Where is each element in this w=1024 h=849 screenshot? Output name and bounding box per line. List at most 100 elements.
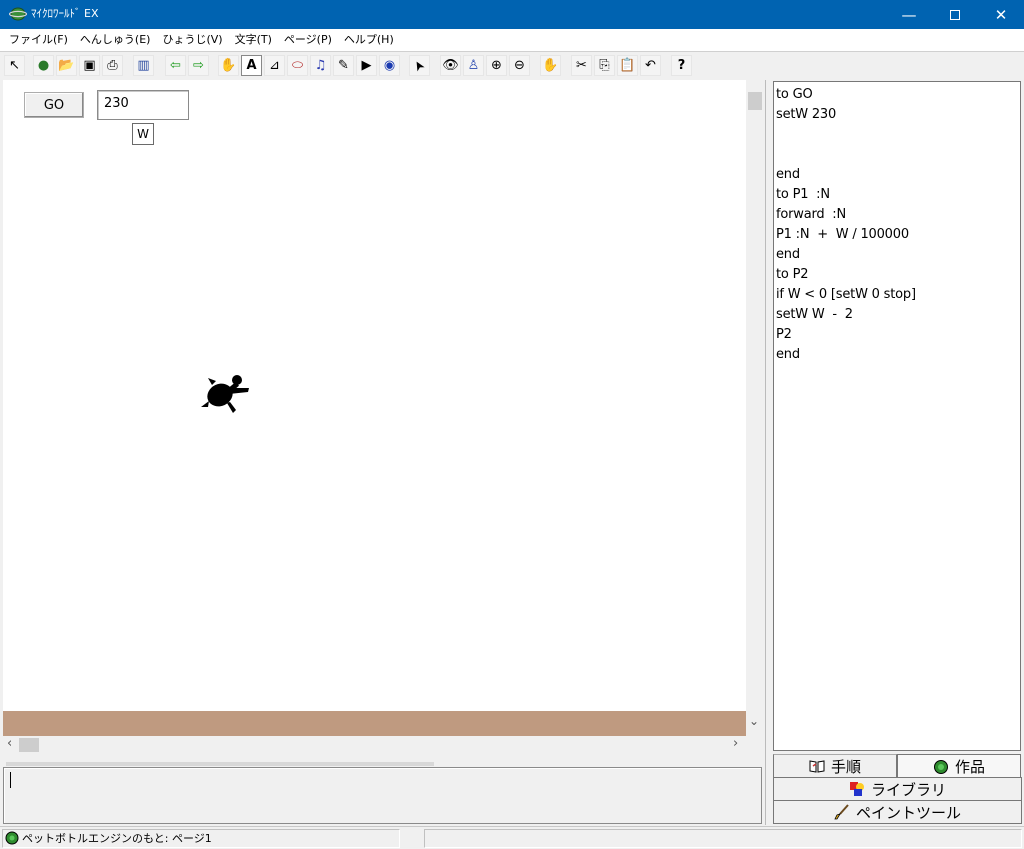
- toolbar-button[interactable]: 📂: [56, 55, 77, 76]
- music-icon: ♫: [314, 58, 327, 73]
- toolbar-button[interactable]: ⇨: [188, 55, 209, 76]
- menu-page[interactable]: ページ(P): [284, 30, 332, 50]
- toolbar-button[interactable]: ⊕: [486, 55, 507, 76]
- slider-icon: ⊿: [269, 58, 280, 73]
- app-globe-icon: [9, 7, 27, 21]
- menu-help[interactable]: ヘルプ(H): [344, 30, 394, 50]
- copy-icon: ⎘: [599, 58, 610, 73]
- toolbar-button[interactable]: ➤: [409, 55, 430, 76]
- minimize-button[interactable]: —: [886, 0, 932, 29]
- paste-icon: 📋: [619, 58, 636, 73]
- toolbar-button[interactable]: ●: [33, 55, 54, 76]
- scroll-down-icon[interactable]: ⌄: [749, 714, 759, 728]
- code-line: to P2: [776, 267, 809, 282]
- close-icon: ✕: [994, 5, 1008, 24]
- eye-icon: 👁: [442, 58, 459, 73]
- toolbar-button[interactable]: ↶: [640, 55, 661, 76]
- toolbar-button[interactable]: ⬭: [287, 55, 308, 76]
- menu-view[interactable]: ひょうじ(V): [162, 30, 222, 50]
- canvas-horizontal-scrollbar[interactable]: ‹ ›: [3, 736, 746, 753]
- turtle-icon[interactable]: [197, 367, 249, 419]
- text-caret: [10, 772, 11, 788]
- code-line: if W < 0 [setW 0 stop]: [776, 287, 916, 302]
- toolbar-button[interactable]: 📋: [617, 55, 638, 76]
- command-center-input[interactable]: [3, 767, 762, 824]
- maximize-icon: [950, 9, 960, 20]
- toolbar-button[interactable]: ▶: [356, 55, 377, 76]
- paint-tool-button[interactable]: ペイントツール: [773, 800, 1022, 824]
- status-pane-main: ペットボトルエンジンのもと: ページ1: [2, 829, 400, 848]
- help-icon: ?: [677, 58, 686, 73]
- panel-splitter[interactable]: [765, 80, 772, 825]
- globe-icon: ◉: [383, 58, 396, 73]
- procedures-editor[interactable]: to GO setW 230 end to P1 :N forward :N P…: [773, 81, 1021, 751]
- shapes-icon: [849, 782, 864, 796]
- go-button[interactable]: GO: [24, 92, 84, 118]
- next-page-icon: ⇨: [193, 58, 204, 73]
- toolbar-button[interactable]: ⊿: [264, 55, 285, 76]
- scroll-left-icon[interactable]: ‹: [7, 736, 12, 751]
- toolbar-button[interactable]: ✋: [218, 55, 239, 76]
- globe-icon: [933, 759, 948, 774]
- toolbar-button[interactable]: ♙: [463, 55, 484, 76]
- ground-strip: [3, 711, 746, 736]
- menu-text[interactable]: 文字(T): [235, 30, 272, 50]
- arrow-select-icon: ➤: [410, 57, 429, 74]
- w-value-field[interactable]: 230: [97, 90, 189, 120]
- new-world-icon: ●: [37, 58, 50, 73]
- toolbar-button[interactable]: ♫: [310, 55, 331, 76]
- canvas-vertical-scrollbar[interactable]: ⌄: [746, 80, 764, 736]
- status-pane-secondary: [424, 829, 1022, 848]
- toolbar-button[interactable]: A: [241, 55, 262, 76]
- toolbar-button[interactable]: ⊖: [509, 55, 530, 76]
- code-line: end: [776, 247, 800, 262]
- window-title: ﾏｲｸﾛﾜｰﾙﾄﾞ EX: [31, 7, 99, 20]
- stop-hand-icon: ✋: [542, 58, 559, 73]
- page-view-icon: ▥: [137, 58, 150, 73]
- library-label: ライブラリ: [870, 780, 946, 799]
- toolbar-button[interactable]: ✎: [333, 55, 354, 76]
- world-canvas[interactable]: GO 230 W: [3, 80, 746, 711]
- toolbar-button[interactable]: ▣: [79, 55, 100, 76]
- vertical-scroll-thumb[interactable]: [748, 92, 762, 110]
- horizontal-scroll-thumb[interactable]: [19, 738, 39, 752]
- maximize-button[interactable]: [932, 0, 978, 29]
- library-button[interactable]: ライブラリ: [773, 777, 1022, 801]
- cut-icon: ✂: [576, 58, 587, 73]
- toolbar-button[interactable]: ↖: [4, 55, 25, 76]
- menu-file[interactable]: ファイル(F): [9, 30, 68, 50]
- toolbar-button[interactable]: ✂: [571, 55, 592, 76]
- code-line: end: [776, 347, 800, 362]
- save-disk-icon: ▣: [83, 58, 96, 73]
- toolbar-button[interactable]: 👁: [440, 55, 461, 76]
- toolbar-button[interactable]: ◉: [379, 55, 400, 76]
- toolbar-button[interactable]: ⇦: [165, 55, 186, 76]
- code-line: P2: [776, 327, 792, 342]
- code-line: P1 :N + W / 100000: [776, 227, 909, 242]
- stamp-icon: ♙: [467, 58, 480, 73]
- pen-icon: ✎: [338, 58, 349, 73]
- tab-works[interactable]: 作品: [897, 754, 1021, 778]
- code-line: forward :N: [776, 207, 847, 222]
- toolbar-button[interactable]: ⎘: [594, 55, 615, 76]
- close-button[interactable]: ✕: [978, 0, 1024, 29]
- toolbar-button[interactable]: ?: [671, 55, 692, 76]
- status-text: ペットボトルエンジンのもと: ページ1: [22, 832, 212, 845]
- toolbar-button[interactable]: ✋: [540, 55, 561, 76]
- toolbar-button[interactable]: ▥: [133, 55, 154, 76]
- text-box-icon: A: [246, 58, 257, 73]
- tab-works-label: 作品: [954, 758, 985, 776]
- toolbar-button[interactable]: ⎙: [102, 55, 123, 76]
- w-field-label: W: [132, 123, 154, 145]
- code-line: to P1 :N: [776, 187, 830, 202]
- pointer-small-icon: ↖: [9, 58, 20, 73]
- scroll-right-icon[interactable]: ›: [733, 736, 738, 751]
- menu-edit[interactable]: へんしゅう(E): [80, 30, 151, 50]
- open-folder-icon: 📂: [58, 58, 75, 73]
- print-icon: ⎙: [107, 58, 118, 73]
- menu-bar: ファイル(F) へんしゅう(E) ひょうじ(V) 文字(T) ページ(P) ヘル…: [0, 29, 1024, 51]
- button-icon: ⬭: [291, 58, 304, 73]
- command-splitter[interactable]: [6, 762, 434, 766]
- tab-steps[interactable]: 手順: [773, 754, 897, 778]
- video-icon: ▶: [361, 58, 372, 73]
